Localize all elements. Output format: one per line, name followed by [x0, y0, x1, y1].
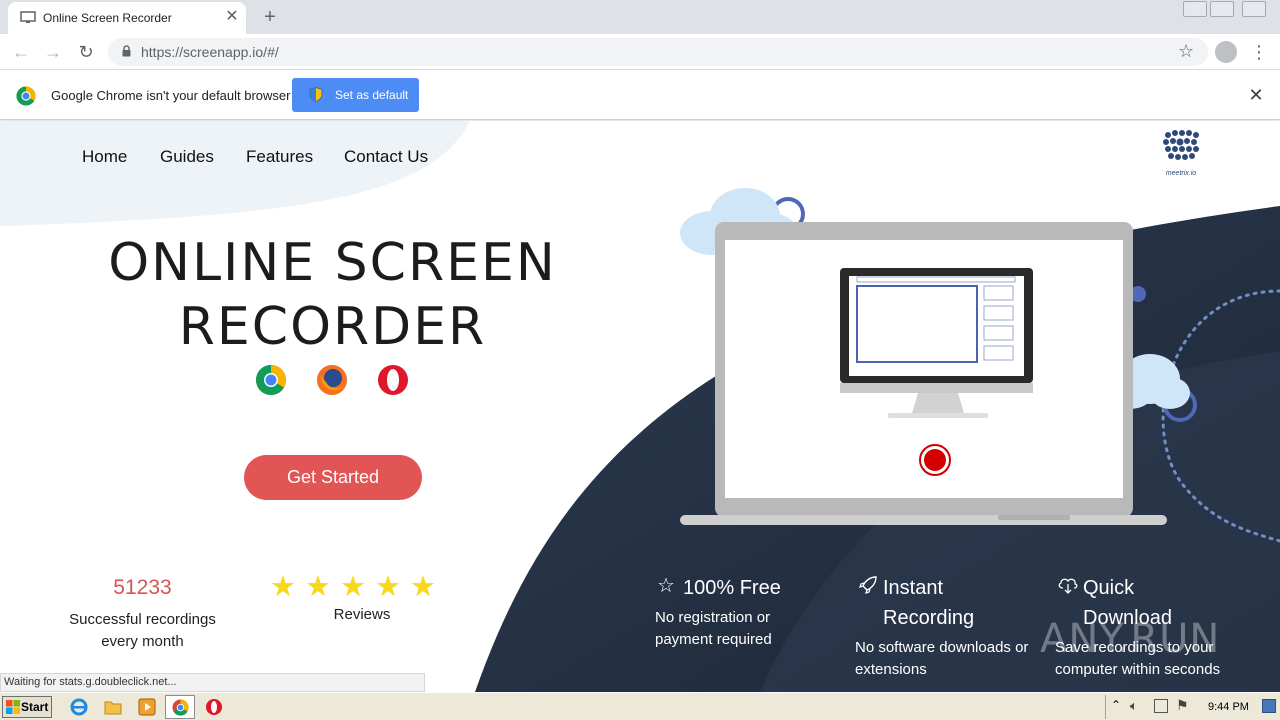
chrome-taskbar-button[interactable]	[165, 695, 195, 719]
clock: 9:44 PM	[1208, 701, 1249, 713]
address-bar[interactable]: https://screenapp.io/#/ ☆	[108, 38, 1208, 66]
star-outline-icon: ☆	[657, 575, 675, 597]
bookmark-star-icon[interactable]: ☆	[1178, 41, 1194, 62]
nav-features[interactable]: Features	[246, 147, 313, 167]
web-page: Home Guides Features Contact Us meetrix.…	[0, 121, 1280, 692]
close-window-button[interactable]	[1242, 1, 1266, 17]
opera-icon	[378, 365, 408, 395]
feature-title: Instant Recording	[883, 577, 975, 629]
menu-dots-icon[interactable]: ⋮	[1250, 40, 1268, 64]
chrome-icon	[255, 365, 287, 396]
laptop-base	[680, 515, 1167, 525]
reviews-label: Reviews	[333, 606, 391, 623]
cloud-download-icon	[1058, 578, 1078, 594]
tab-title: Online Screen Recorder	[43, 11, 172, 25]
feature-desc: No registration or payment required	[655, 609, 772, 648]
anyrun-watermark: ANY.RUN	[1040, 616, 1221, 662]
nav-home[interactable]: Home	[82, 147, 127, 167]
rating-stars: ★★★★★	[270, 571, 445, 603]
tab-strip: Online Screen Recorder ✕ +	[0, 0, 1280, 34]
hero-title: ONLINE SCREEN RECORDER	[60, 231, 605, 359]
hero-title-line2: RECORDER	[178, 297, 487, 357]
network-icon[interactable]	[1154, 699, 1168, 713]
meetrix-logo-text: meetrix.io	[1165, 170, 1197, 177]
tray-expand-icon[interactable]: ⌃	[1111, 698, 1121, 712]
reload-button[interactable]: ↻	[73, 40, 99, 64]
default-browser-infobar: Google Chrome isn't your default browser…	[0, 71, 1280, 120]
chrome-logo-icon	[16, 86, 36, 106]
set-as-default-button[interactable]: Set as default	[292, 78, 419, 112]
meetrix-logo-icon	[1163, 130, 1199, 160]
tab-close-icon[interactable]: ✕	[222, 7, 242, 27]
lock-icon	[122, 45, 131, 57]
ie-icon[interactable]	[70, 698, 88, 716]
infobar-message: Google Chrome isn't your default browser	[51, 88, 291, 103]
folder-icon[interactable]	[104, 698, 122, 716]
nav-guides[interactable]: Guides	[160, 147, 214, 167]
set-as-default-label: Set as default	[335, 88, 409, 102]
status-bar: Waiting for stats.g.doubleclick.net...	[0, 673, 425, 692]
recordings-count-label: Successful recordings every month	[69, 611, 216, 650]
minimize-button[interactable]	[1183, 1, 1207, 17]
back-button[interactable]: ←	[8, 40, 34, 64]
get-started-button[interactable]: Get Started	[244, 455, 422, 500]
monitor-icon	[20, 11, 36, 23]
new-tab-button[interactable]: +	[258, 6, 282, 28]
chrome-icon	[172, 699, 189, 716]
profile-avatar[interactable]	[1215, 41, 1237, 63]
opera-icon[interactable]	[205, 698, 223, 716]
volume-icon[interactable]: 🔈︎	[1130, 698, 1138, 714]
recordings-count: 51233	[113, 576, 172, 599]
show-desktop-icon[interactable]	[1262, 699, 1276, 713]
nav-contact-us[interactable]: Contact Us	[344, 147, 428, 167]
browser-tab[interactable]: Online Screen Recorder ✕	[8, 2, 246, 34]
restore-button[interactable]	[1210, 1, 1234, 17]
firefox-icon	[317, 365, 347, 395]
flag-icon[interactable]: ⚑	[1176, 697, 1189, 714]
shield-icon	[309, 87, 323, 102]
browser-toolbar: ← → ↻ https://screenapp.io/#/ ☆ ⋮	[0, 34, 1280, 70]
hero-title-line1: ONLINE SCREEN	[108, 233, 557, 293]
start-button[interactable]: Start	[2, 696, 52, 718]
taskbar: Start ⌃ 🔈︎ ⚑ 9:44 PM	[0, 692, 1280, 720]
rocket-icon	[859, 576, 877, 594]
feature-title: 100% Free	[683, 577, 781, 599]
meetrix-logo[interactable]: meetrix.io	[1156, 129, 1206, 179]
feature-desc: No software downloads or extensions	[855, 639, 1029, 678]
windows-logo-icon	[6, 700, 20, 714]
url-text: https://screenapp.io/#/	[141, 44, 279, 60]
infobar-close-icon[interactable]: ✕	[1246, 85, 1266, 105]
media-player-icon[interactable]	[138, 698, 156, 716]
start-label: Start	[21, 700, 49, 714]
forward-button[interactable]: →	[40, 40, 66, 64]
